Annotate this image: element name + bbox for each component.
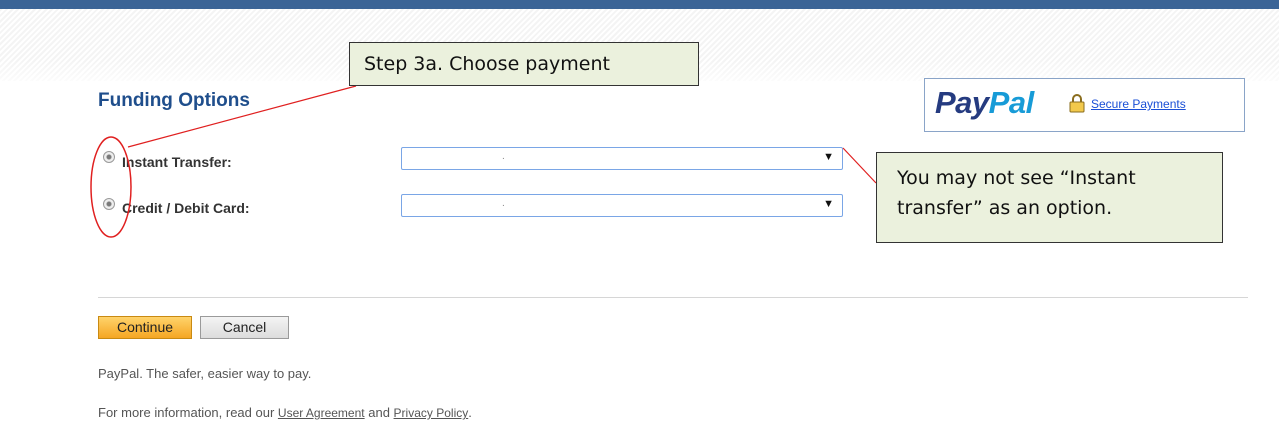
secure-payments-link[interactable]: Secure Payments <box>1091 97 1186 111</box>
lock-icon <box>1069 94 1085 113</box>
instant-transfer-radio[interactable] <box>103 151 115 163</box>
credit-card-value: . <box>502 198 505 209</box>
cancel-button[interactable]: Cancel <box>200 316 289 339</box>
more-info-text: For more information, read our User Agre… <box>98 405 472 420</box>
instant-transfer-label: Instant Transfer: <box>122 154 232 170</box>
credit-card-select[interactable]: . ▼ <box>401 194 843 217</box>
privacy-policy-link[interactable]: Privacy Policy <box>394 406 469 420</box>
user-agreement-link[interactable]: User Agreement <box>278 406 365 420</box>
continue-button[interactable]: Continue <box>98 316 192 339</box>
credit-card-radio[interactable] <box>103 198 115 210</box>
paypal-secure-badge: PayPal Secure Payments <box>924 78 1245 132</box>
note-callout-pointer <box>842 147 877 184</box>
instant-transfer-value: . <box>502 151 505 162</box>
chevron-down-icon: ▼ <box>823 151 834 163</box>
credit-card-label: Credit / Debit Card: <box>122 200 250 216</box>
page-title: Funding Options <box>98 90 250 111</box>
note-callout: You may not see “Instant transfer” as an… <box>876 152 1223 243</box>
chevron-down-icon: ▼ <box>823 198 834 210</box>
instant-transfer-select[interactable]: . ▼ <box>401 147 843 170</box>
section-divider <box>98 297 1248 298</box>
paypal-tagline: PayPal. The safer, easier way to pay. <box>98 366 312 381</box>
top-accent-bar <box>0 0 1279 9</box>
step-callout: Step 3a. Choose payment <box>349 42 699 86</box>
paypal-logo: PayPal <box>935 85 1034 120</box>
